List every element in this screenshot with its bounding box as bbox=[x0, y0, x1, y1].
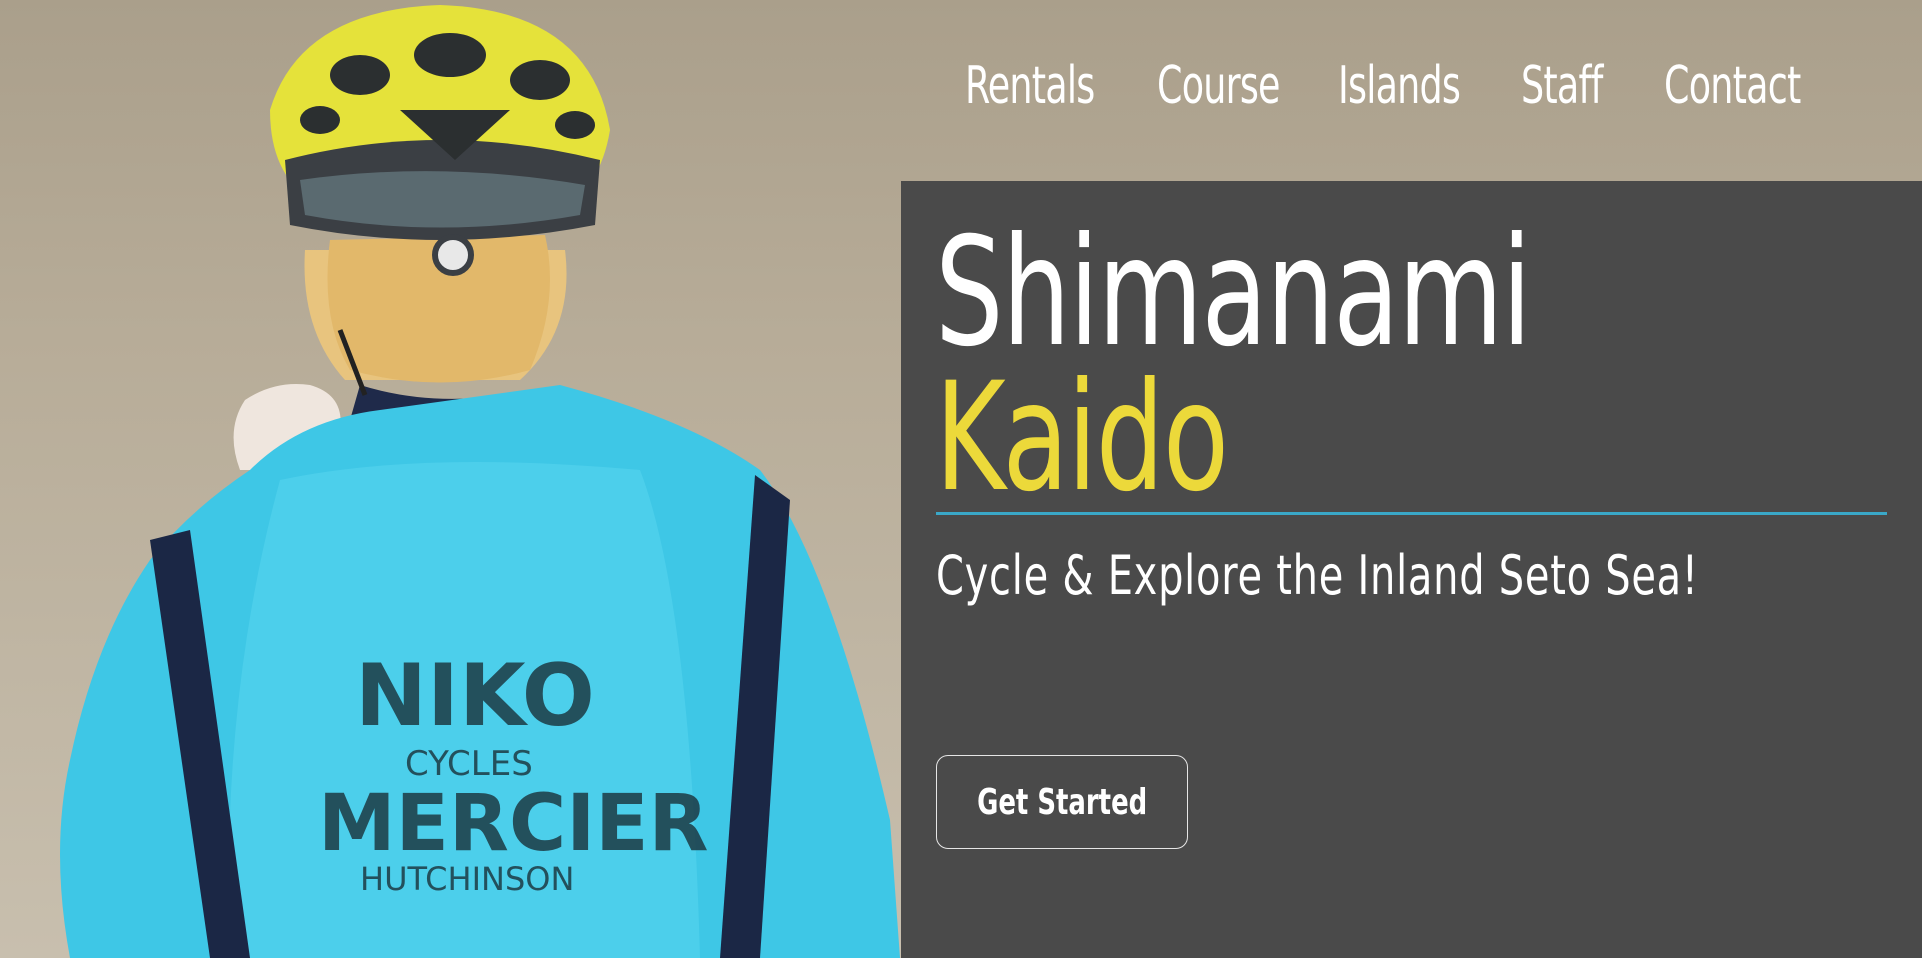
jacket-logo-text: NIKO bbox=[355, 646, 595, 746]
hero-photo: NIKO CYCLES MERCIER HUTCHINSON bbox=[0, 0, 900, 958]
title-divider bbox=[936, 512, 1887, 515]
hero-title-line2: Kaido bbox=[935, 351, 1229, 525]
svg-text:MERCIER: MERCIER bbox=[318, 779, 709, 869]
hero-title: Shimanami Kaido bbox=[935, 206, 1532, 525]
nav-link-rentals[interactable]: Rentals bbox=[965, 56, 1095, 116]
hero-panel: Shimanami Kaido Cycle & Explore the Inla… bbox=[901, 181, 1922, 958]
hero-title-line1: Shimanami bbox=[935, 206, 1532, 380]
hero-subtitle: Cycle & Explore the Inland Seto Sea! bbox=[936, 544, 1699, 607]
page: NIKO CYCLES MERCIER HUTCHINSON Rentals C… bbox=[0, 0, 1922, 958]
nav-link-course[interactable]: Course bbox=[1157, 56, 1281, 116]
nav-link-staff[interactable]: Staff bbox=[1521, 56, 1603, 116]
nav-link-islands[interactable]: Islands bbox=[1338, 56, 1461, 116]
get-started-label: Get Started bbox=[976, 781, 1148, 823]
nav-link-contact[interactable]: Contact bbox=[1664, 56, 1801, 116]
get-started-button[interactable]: Get Started bbox=[936, 755, 1188, 849]
svg-text:CYCLES: CYCLES bbox=[405, 744, 533, 784]
svg-text:HUTCHINSON: HUTCHINSON bbox=[360, 860, 574, 898]
